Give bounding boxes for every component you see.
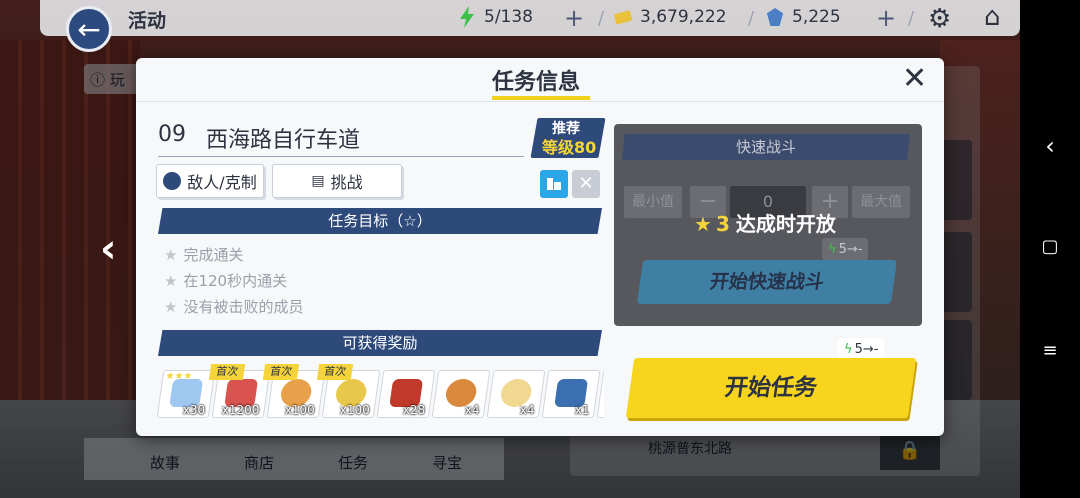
reward-item[interactable]: ★★★ x30 [156,370,216,418]
reward-stars: ★★★ [164,371,194,382]
star-icon: ★ [164,298,178,316]
gem-display: 5,225 [766,6,841,28]
unlock-stars: 3 [715,212,730,236]
book-icon: ▤ [311,173,325,189]
stamina-value: 5/138 [484,7,533,27]
gold-ticket-icon [614,10,632,25]
reward-item[interactable]: x28 [376,370,436,418]
lightning-icon: ϟ [844,341,853,357]
challenge-label: 挑战 [330,173,363,192]
close-icon[interactable]: ✕ [902,64,927,94]
rewards-header: 可获得奖励 [158,330,602,356]
reward-item[interactable]: x4 [486,370,546,418]
star-icon: ★ [694,212,712,236]
enemy-counter-label: 敌人/克制 [187,173,257,192]
divider [158,156,524,157]
reward-qty: x30 [182,403,205,417]
challenge-button[interactable]: ▤ 挑战 [272,164,402,198]
reward-qty: x1200 [222,403,260,417]
quick-battle-cost: ϟ 5→- [822,238,869,260]
first-clear-tag: 首次 [262,364,300,380]
recommend-level: 等级80 [542,138,597,157]
first-clear-tag: 首次 [208,364,246,380]
divider: / [908,8,915,29]
stamina-display: 5/138 [458,6,533,28]
mission-name: 西海路自行车道 [206,128,361,153]
quick-battle-title: 快速战斗 [622,134,910,160]
gold-value: 3,679,222 [640,7,727,27]
system-back-icon[interactable]: ‹ [1020,132,1080,160]
reward-qty: x4 [465,403,480,417]
goal-text: 没有被击败的成员 [183,298,304,316]
gold-display: 3,679,222 [614,6,727,28]
mission-number: 09 [158,122,186,147]
mission-cost: ϟ 5→- [838,338,885,360]
system-home-icon[interactable]: ▢ [1020,236,1080,257]
disabled-close-icon: ✕ [572,170,600,198]
add-gem-button[interactable]: + [876,4,896,32]
home-icon[interactable]: ⌂ [984,2,1001,32]
quick-battle-panel: 快速战斗 最小值 − 0 + 最大值 ★ 3 达成时开放 ϟ 5→- 开始快速战斗 [614,124,922,326]
enemy-counter-button[interactable]: 敌人/克制 [156,164,264,198]
dialog-title: 任务信息 [492,70,581,95]
reward-qty: x100 [339,403,370,417]
unlock-text: 达成时开放 [735,212,836,236]
reward-qty: x28 [402,403,425,417]
back-button[interactable]: ← [66,6,112,52]
goals-header: 任务目标（☆） [158,208,602,234]
lightning-icon: ϟ [828,241,837,257]
title-underline [492,96,590,100]
reward-qty: x100 [284,403,315,417]
gem-icon [766,8,784,26]
back-arrow-icon: ← [77,12,101,46]
start-quick-battle-button: 开始快速战斗 [636,260,898,304]
goal-item: ★ 在120秒内通关 [164,270,287,291]
reward-qty: x4 [520,403,535,417]
building-icon[interactable] [540,170,568,198]
settings-gear-icon[interactable]: ⚙ [928,4,951,34]
cost-text: 5→- [854,341,879,357]
goal-text: 完成通关 [183,246,244,264]
mission-info-dialog: 任务信息 ✕ 09 西海路自行车道 推荐 等级80 敌人/克制 ▤ 挑战 ✕ 任… [136,58,944,436]
divider: / [598,8,605,29]
divider: / [748,8,755,29]
system-nav-bar: ‹ ▢ ≡ [1020,0,1080,498]
reward-item[interactable]: x1 [541,370,601,418]
gem-value: 5,225 [792,7,841,27]
system-menu-icon[interactable]: ≡ [1020,340,1080,361]
star-icon: ★ [164,272,178,290]
reward-qty: x1 [575,403,590,417]
enemy-skull-icon [163,172,182,190]
reward-item[interactable]: x4 [431,370,491,418]
goal-text: 在120秒内通关 [183,272,288,290]
add-stamina-button[interactable]: + [564,4,584,32]
prev-page-arrow-icon[interactable]: ‹ [100,226,116,272]
lightning-icon [460,6,474,28]
page-title: 活动 [128,10,167,32]
min-value-button: 最小值 [624,186,682,218]
goal-item: ★ 没有被击败的成员 [164,296,303,317]
start-mission-button[interactable]: 开始任务 [625,358,917,418]
star-icon: ★ [164,246,178,264]
unlock-requirement: ★ 3 达成时开放 [694,208,836,237]
first-clear-tag: 首次 [316,364,354,380]
cost-text: 5→- [838,241,863,257]
goal-item: ★ 完成通关 [164,244,243,265]
max-value-button: 最大值 [852,186,910,218]
